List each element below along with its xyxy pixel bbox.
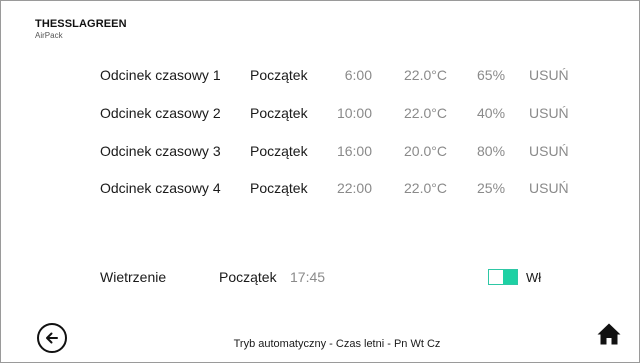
ventilation-row: Wietrzenie Początek 17:45 <box>0 269 640 289</box>
ventilation-start-time[interactable]: 17:45 <box>290 269 325 285</box>
status-text: Tryb automatyczny - Czas letni - Pn Wt C… <box>233 338 441 350</box>
temperature-value[interactable]: 22.0°C <box>404 67 447 83</box>
ventilation-toggle-label: Wł <box>526 270 542 285</box>
home-button[interactable] <box>596 322 622 351</box>
humidity-value[interactable]: 65% <box>477 67 505 83</box>
brand-name: THESSLAGREEN <box>35 18 127 30</box>
toggle-knob <box>503 270 517 284</box>
delete-button[interactable]: USUŃ <box>529 180 569 196</box>
ventilation-toggle[interactable] <box>488 269 518 285</box>
start-label: Początek <box>250 67 308 83</box>
humidity-value[interactable]: 25% <box>477 180 505 196</box>
brand-logo: THESSLAGREEN AirPack <box>35 18 127 40</box>
time-slot-name: Odcinek czasowy 4 <box>100 180 221 196</box>
start-label: Początek <box>250 180 308 196</box>
delete-button[interactable]: USUŃ <box>529 105 569 121</box>
delete-button[interactable]: USUŃ <box>529 67 569 83</box>
delete-button[interactable]: USUŃ <box>529 143 569 159</box>
time-slot-name: Odcinek czasowy 1 <box>100 67 221 83</box>
schedule-row: Odcinek czasowy 1 Początek 6:00 22.0°C 6… <box>0 67 640 87</box>
ventilation-start-label: Początek <box>219 269 277 285</box>
start-time[interactable]: 6:00 <box>316 67 372 83</box>
start-label: Początek <box>250 105 308 121</box>
home-icon <box>597 323 621 345</box>
schedule-row: Odcinek czasowy 2 Początek 10:00 22.0°C … <box>0 105 640 125</box>
temperature-value[interactable]: 22.0°C <box>404 180 447 196</box>
start-time[interactable]: 16:00 <box>316 143 372 159</box>
time-slot-name: Odcinek czasowy 2 <box>100 105 221 121</box>
schedule-row: Odcinek czasowy 3 Początek 16:00 20.0°C … <box>0 143 640 163</box>
brand-product: AirPack <box>35 31 63 40</box>
schedule-row: Odcinek czasowy 4 Początek 22:00 22.0°C … <box>0 180 640 200</box>
temperature-value[interactable]: 22.0°C <box>404 105 447 121</box>
ventilation-label: Wietrzenie <box>100 269 167 285</box>
start-time[interactable]: 10:00 <box>316 105 372 121</box>
temperature-value[interactable]: 20.0°C <box>404 143 447 159</box>
start-time[interactable]: 22:00 <box>316 180 372 196</box>
status-bar: Tryb automatyczny - Czas letni - Pn Wt C… <box>0 338 640 350</box>
time-slot-name: Odcinek czasowy 3 <box>100 143 221 159</box>
humidity-value[interactable]: 80% <box>477 143 505 159</box>
humidity-value[interactable]: 40% <box>477 105 505 121</box>
start-label: Początek <box>250 143 308 159</box>
